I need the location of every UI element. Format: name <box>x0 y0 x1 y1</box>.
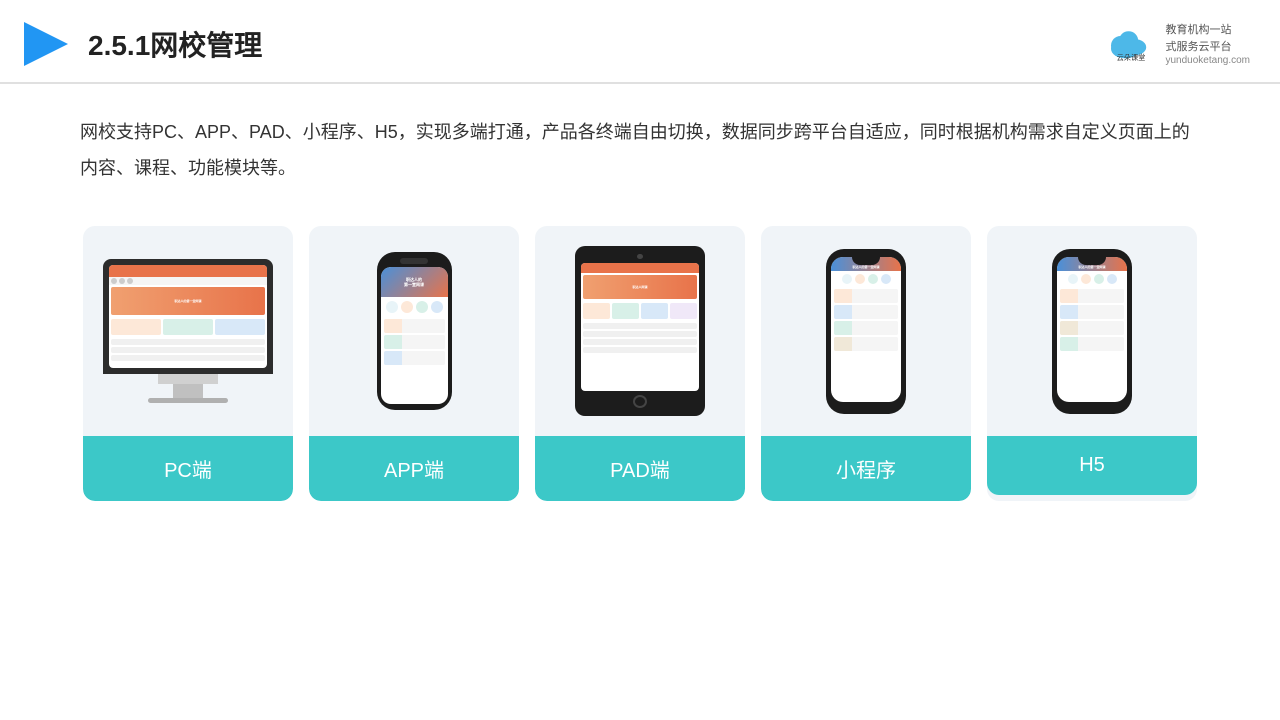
card-h5[interactable]: 职达人的第一堂网课 H5 <box>987 226 1197 501</box>
header: 2.5.1网校管理 云朵课堂 教育机构一站式服务云平台 yunduoketang… <box>0 0 1280 84</box>
svg-text:云朵课堂: 云朵课堂 <box>1117 53 1146 62</box>
h5-image-area: 职达人的第一堂网课 <box>987 226 1197 436</box>
pc-monitor: 职达人的第一堂网课 <box>103 259 273 403</box>
logo-tagline: 教育机构一站式服务云平台 <box>1165 22 1250 55</box>
h5-label: H5 <box>987 436 1197 495</box>
app-image-area: 职达人的第一堂网课 <box>309 226 519 436</box>
pad-label: PAD端 <box>535 436 745 501</box>
pad-image-area: 职达人网课 <box>535 226 745 436</box>
logo-cloud-icon: 云朵课堂 <box>1103 24 1159 64</box>
logo-text-area: 教育机构一站式服务云平台 yunduoketang.com <box>1165 22 1250 66</box>
pc-label: PC端 <box>83 436 293 501</box>
card-app[interactable]: 职达人的第一堂网课 APP端 <box>309 226 519 501</box>
pc-image-area: 职达人的第一堂网课 <box>83 226 293 436</box>
description-text: 网校支持PC、APP、PAD、小程序、H5，实现多端打通，产品各终端自由切换，数… <box>0 84 1280 196</box>
app-label: APP端 <box>309 436 519 501</box>
h5-phone-mockup: 职达人的第一堂网课 <box>1052 249 1132 414</box>
app-phone-mockup: 职达人的第一堂网课 <box>377 252 452 410</box>
play-icon <box>20 18 72 70</box>
logo-site: yunduoketang.com <box>1165 55 1250 66</box>
card-pad[interactable]: 职达人网课 P <box>535 226 745 501</box>
miniprogram-label: 小程序 <box>761 436 971 501</box>
page-title: 2.5.1网校管理 <box>88 24 262 64</box>
logo-area: 云朵课堂 教育机构一站式服务云平台 yunduoketang.com <box>1103 22 1250 66</box>
card-pc[interactable]: 职达人的第一堂网课 <box>83 226 293 501</box>
cards-container: 职达人的第一堂网课 <box>0 206 1280 531</box>
tablet-mockup: 职达人网课 <box>575 246 705 416</box>
miniprogram-image-area: 职达人的第一堂网课 <box>761 226 971 436</box>
card-miniprogram[interactable]: 职达人的第一堂网课 小程序 <box>761 226 971 501</box>
header-left: 2.5.1网校管理 <box>20 18 262 70</box>
miniprogram-phone-mockup: 职达人的第一堂网课 <box>826 249 906 414</box>
